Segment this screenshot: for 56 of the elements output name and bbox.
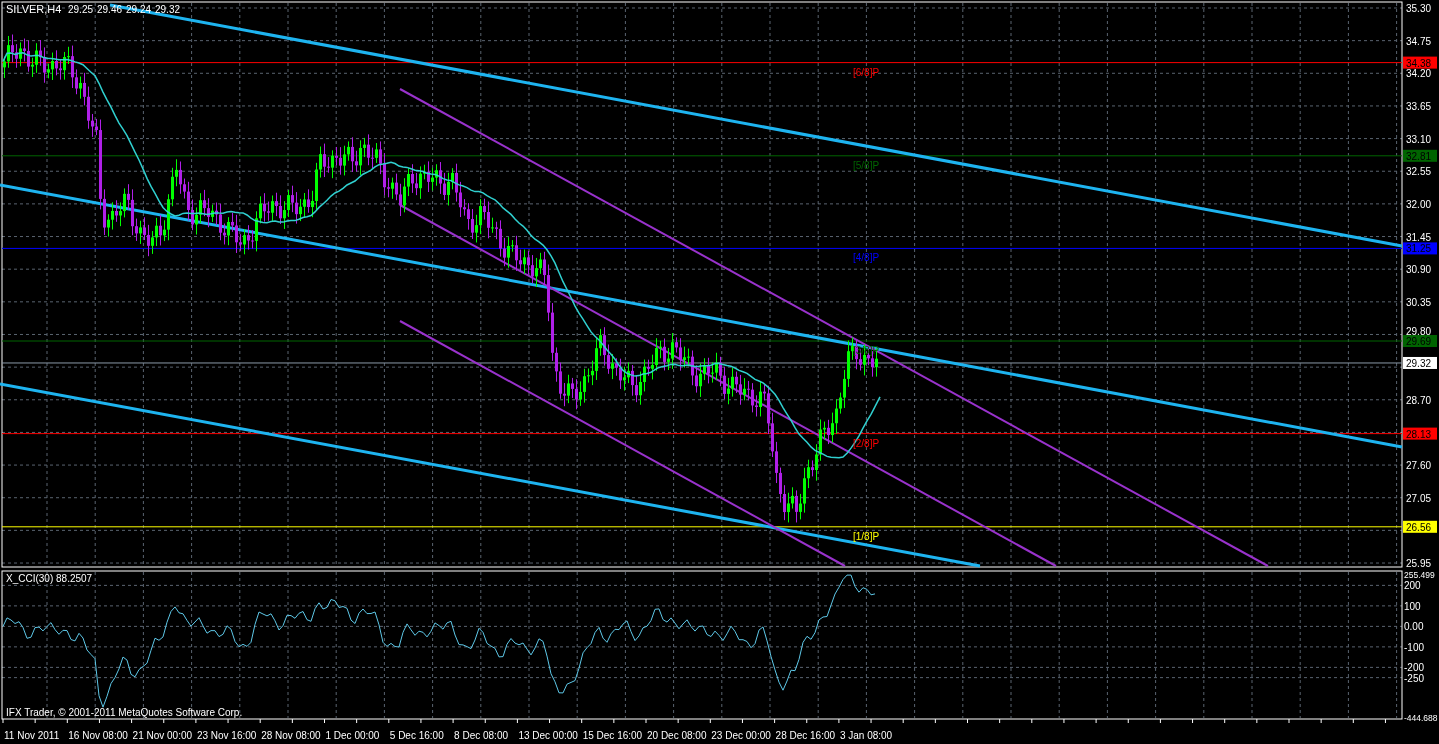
price-value: 29.24 bbox=[126, 4, 152, 15]
price-label: 32.55 bbox=[1406, 166, 1432, 178]
price-tag: 34.38 bbox=[1403, 56, 1437, 69]
time-label: 3 Jan 08:00 bbox=[839, 730, 893, 741]
price-label: 27.05 bbox=[1406, 492, 1432, 504]
indicator-axis-label: -100 bbox=[1404, 641, 1424, 653]
copyright-text: IFX Trader, © 2001-2011 MetaQuotes Software Corp. bbox=[6, 707, 243, 718]
time-label: 20 Dec 08:00 bbox=[647, 730, 707, 741]
time-label: 13 Dec 00:00 bbox=[518, 730, 578, 741]
price-label: 35.30 bbox=[1406, 3, 1432, 14]
indicator-title: X_CCI(30) 88.2507 bbox=[6, 573, 93, 584]
price-label: 33.10 bbox=[1406, 133, 1432, 145]
indicator-axis-label: 100 bbox=[1404, 600, 1421, 612]
indicator-axis-label: -200 bbox=[1404, 662, 1424, 674]
indicator-axis-label: 255.499 bbox=[1404, 570, 1435, 580]
murrey-level-label: [5/8]P bbox=[853, 159, 880, 171]
price-label: 32.00 bbox=[1406, 198, 1432, 210]
time-label: 8 Dec 08:00 bbox=[454, 730, 509, 741]
time-label: 16 Nov 08:00 bbox=[68, 730, 128, 741]
price-label: 28.70 bbox=[1406, 394, 1432, 406]
time-label: 23 Nov 16:00 bbox=[196, 730, 257, 741]
murrey-level-label: [1/8]P bbox=[853, 530, 880, 542]
price-tag: 26.56 bbox=[1403, 520, 1437, 533]
time-label: 1 Dec 00:00 bbox=[325, 730, 380, 741]
price-tag: 28.13 bbox=[1403, 427, 1437, 440]
price-label: 27.60 bbox=[1406, 460, 1432, 472]
chart-title: SILVER,H4 bbox=[6, 3, 62, 15]
time-label: 11 Nov 2011 bbox=[4, 730, 60, 741]
price-value: 29.32 bbox=[155, 4, 181, 15]
price-tag: 31.25 bbox=[1403, 242, 1437, 255]
indicator-axis-label: 200 bbox=[1404, 580, 1421, 592]
indicator-axis-label: 0.00 bbox=[1404, 621, 1424, 633]
price-label: 29.80 bbox=[1406, 326, 1432, 338]
price-label: 34.20 bbox=[1406, 68, 1432, 80]
price-label: 31.45 bbox=[1406, 231, 1432, 243]
murrey-level-label: [6/8]P bbox=[853, 66, 880, 78]
price-tag: 29.69 bbox=[1403, 335, 1437, 347]
time-label: 5 Dec 16:00 bbox=[389, 730, 444, 741]
indicator-axis-label: -444.688 bbox=[1404, 713, 1438, 723]
time-label: 28 Dec 16:00 bbox=[775, 730, 836, 741]
price-label: 25.95 bbox=[1406, 558, 1432, 569]
price-label: 34.75 bbox=[1406, 35, 1432, 47]
price-label: 30.35 bbox=[1406, 296, 1432, 308]
price-value: 29.46 bbox=[97, 4, 123, 15]
murrey-level-label: [4/8]P bbox=[853, 252, 880, 264]
bid-price-tag: 29.32 bbox=[1403, 356, 1437, 369]
murrey-level-label: [3/8]P bbox=[853, 345, 880, 356]
time-label: 28 Nov 08:00 bbox=[261, 730, 321, 741]
indicator-axis-label: -250 bbox=[1404, 672, 1424, 684]
price-tag: 32.81 bbox=[1403, 149, 1437, 162]
time-label: 15 Dec 16:00 bbox=[582, 730, 643, 741]
price-label: 33.65 bbox=[1406, 100, 1432, 112]
time-label: 23 Dec 00:00 bbox=[711, 730, 771, 741]
price-value: 29.25 bbox=[68, 4, 94, 15]
price-label: 30.90 bbox=[1406, 264, 1432, 276]
time-label: 21 Nov 00:00 bbox=[132, 730, 193, 741]
